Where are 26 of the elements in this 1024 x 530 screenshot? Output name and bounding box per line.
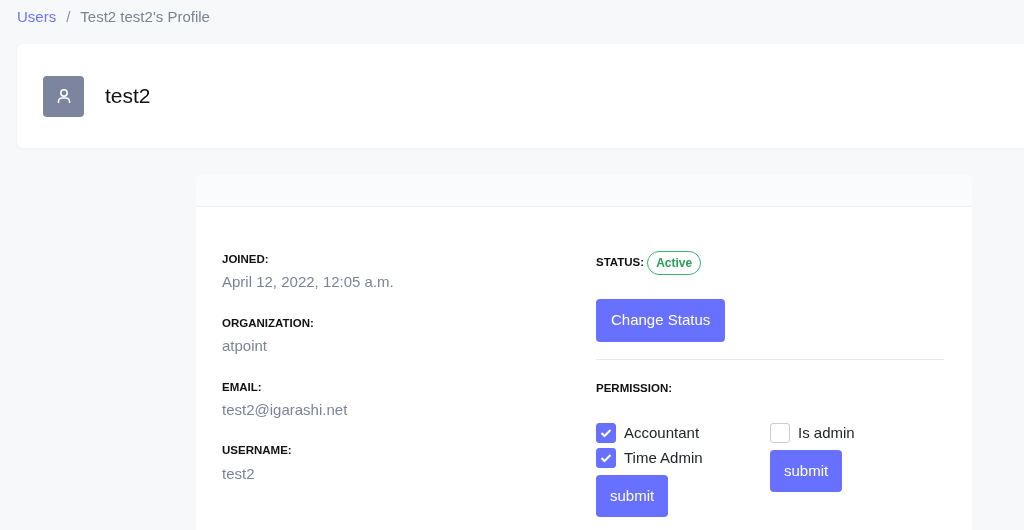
permission-label: PERMISSION: bbox=[596, 380, 674, 396]
field-label: EMAIL: bbox=[222, 379, 263, 395]
checkbox[interactable] bbox=[770, 423, 790, 444]
field-label: ORGANIZATION: bbox=[222, 315, 315, 331]
breadcrumb-current: Test2 test2's Profile bbox=[80, 8, 210, 25]
field-value: test2@igarashi.net bbox=[222, 399, 349, 420]
field-value: April 12, 2022, 12:05 a.m. bbox=[222, 272, 395, 293]
field-label: JOINED: bbox=[222, 252, 270, 267]
checkbox-label: Accountant bbox=[624, 423, 700, 443]
checkbox-label: Is admin bbox=[798, 423, 855, 443]
checkbox[interactable] bbox=[596, 423, 616, 444]
submit-button[interactable]: submit bbox=[770, 449, 843, 493]
field-value: test2 bbox=[222, 463, 256, 484]
field-label: USERNAME: bbox=[222, 443, 293, 459]
breadcrumb-separator: / bbox=[66, 8, 71, 25]
breadcrumb-link[interactable]: Users bbox=[17, 8, 57, 25]
field-value: atpoint bbox=[222, 336, 269, 356]
checkbox[interactable] bbox=[596, 448, 616, 469]
check-icon bbox=[600, 453, 612, 464]
avatar-icon bbox=[43, 75, 84, 117]
check-icon bbox=[600, 428, 612, 439]
submit-button[interactable]: submit bbox=[596, 474, 669, 518]
profile-name: test2 bbox=[105, 83, 151, 110]
checkbox-label: Time Admin bbox=[624, 448, 703, 468]
change-status-button[interactable]: Change Status bbox=[596, 299, 726, 342]
status-label: STATUS: bbox=[596, 255, 645, 271]
